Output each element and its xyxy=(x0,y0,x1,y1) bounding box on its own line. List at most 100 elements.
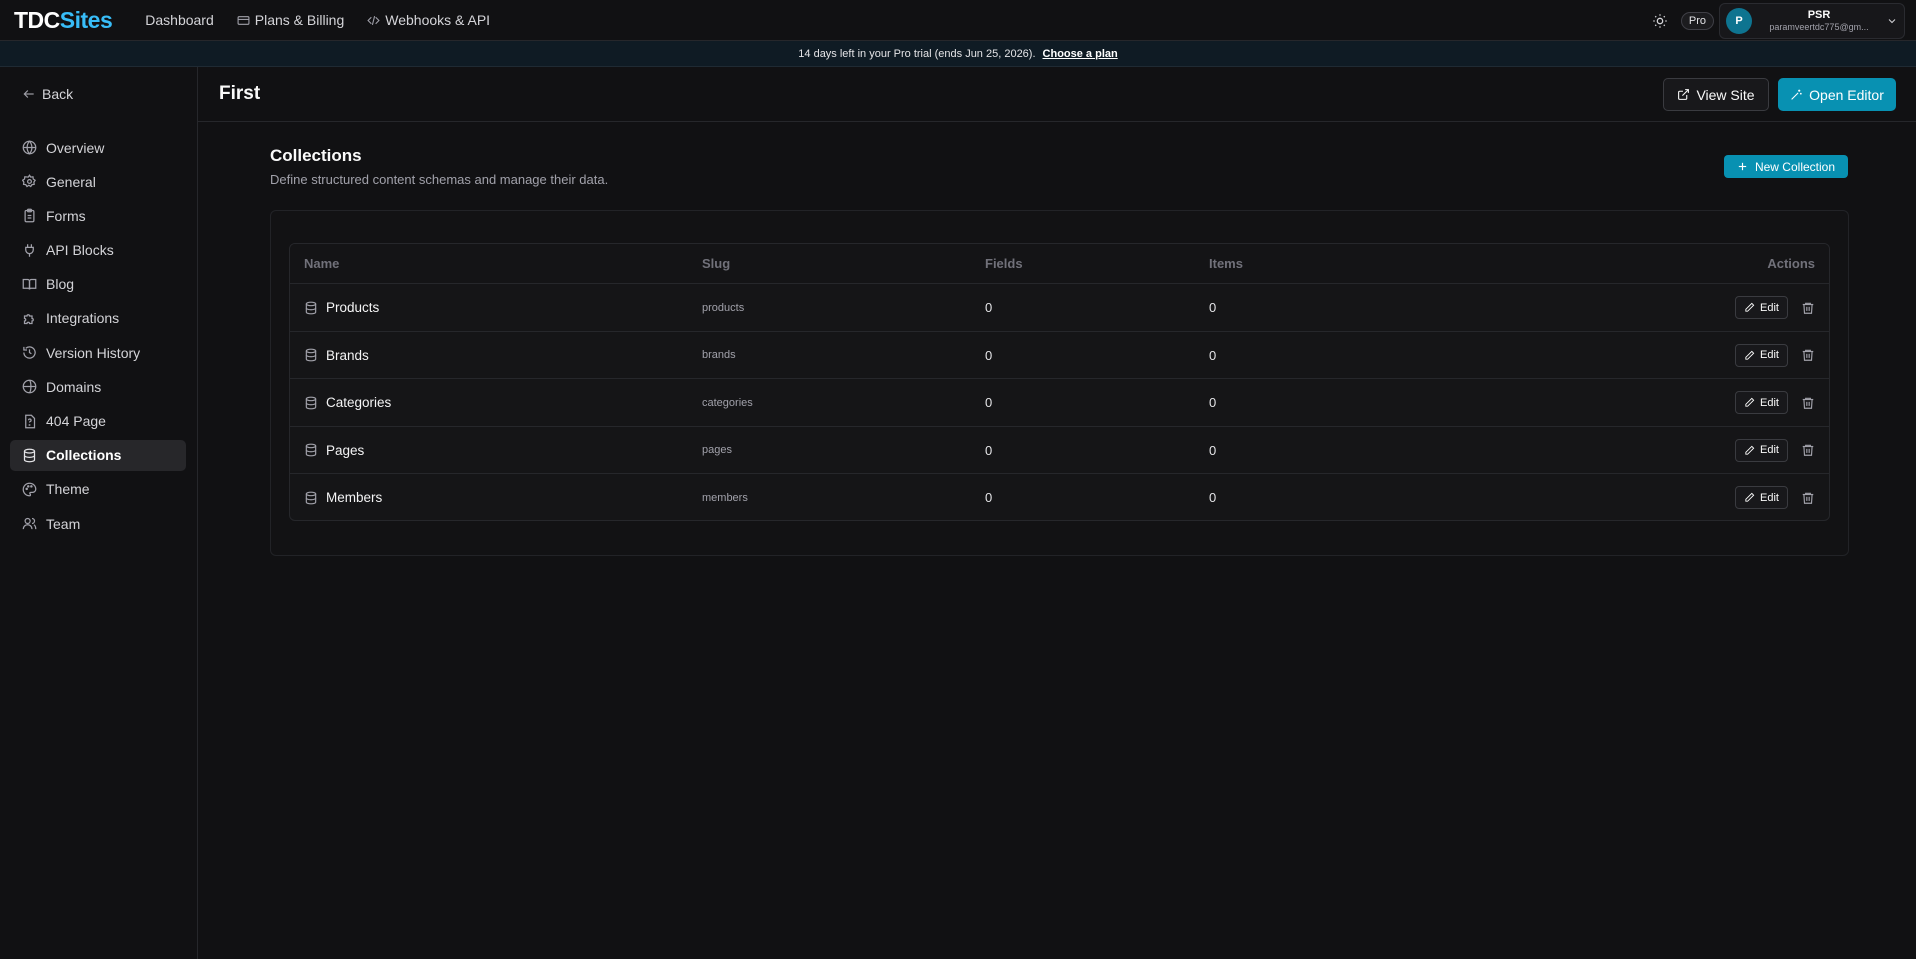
collection-name-cell[interactable]: Categories xyxy=(304,379,391,426)
sidebar-item-integrations[interactable]: Integrations xyxy=(10,303,186,334)
edit-label: Edit xyxy=(1760,491,1779,504)
row-actions: Edit xyxy=(1735,332,1815,379)
open-editor-label: Open Editor xyxy=(1809,86,1884,103)
trash-icon[interactable] xyxy=(1801,491,1815,505)
sidebar-item-theme[interactable]: Theme xyxy=(10,474,186,505)
sidebar-item-label: Team xyxy=(46,515,81,532)
view-site-button[interactable]: View Site xyxy=(1663,78,1769,111)
collection-slug: members xyxy=(702,491,748,504)
database-icon xyxy=(305,348,317,362)
row-actions: Edit xyxy=(1735,379,1815,426)
sidebar-item-label: Overview xyxy=(46,139,105,156)
book-icon xyxy=(22,278,37,290)
collection-fields-count: 0 xyxy=(985,300,993,315)
edit-label: Edit xyxy=(1760,349,1779,362)
clipboard-icon xyxy=(24,209,35,223)
collection-items-count: 0 xyxy=(1209,347,1217,363)
sidebar-item-team[interactable]: Team xyxy=(10,508,186,539)
back-link[interactable]: Back xyxy=(22,86,73,102)
top-nav: Dashboard Plans & Billing Webhooks & API xyxy=(145,12,513,28)
brand-logo[interactable]: TDCSites xyxy=(14,6,113,34)
history-icon xyxy=(23,346,36,359)
nav-plans-billing-label: Plans & Billing xyxy=(254,12,345,28)
trial-banner: 14 days left in your Pro trial (ends Jun… xyxy=(0,41,1916,67)
sidebar-item-collections[interactable]: Collections xyxy=(10,439,186,471)
collection-items-count: 0 xyxy=(1209,442,1217,458)
collection-name: Brands xyxy=(326,347,369,363)
external-link-icon xyxy=(1678,89,1690,100)
palette-icon xyxy=(22,482,37,497)
collection-slug: pages xyxy=(702,444,732,457)
section-subtitle: Define structured content schemas and ma… xyxy=(270,172,609,187)
trash-icon[interactable] xyxy=(1801,443,1815,457)
sidebar-item-blog[interactable]: Blog xyxy=(10,269,186,300)
edit-label: Edit xyxy=(1760,301,1779,314)
row-actions: Edit xyxy=(1735,427,1815,474)
top-bar: TDCSites Dashboard Plans & Billing Webho… xyxy=(0,0,1916,41)
sidebar-item-label: Collections xyxy=(46,447,122,464)
sidebar-item-forms[interactable]: Forms xyxy=(10,200,186,231)
edit-label: Edit xyxy=(1760,396,1779,409)
collection-name-cell[interactable]: Pages xyxy=(304,427,364,474)
table-row: Products products 0 0 Edit xyxy=(290,284,1829,332)
collection-slug: products xyxy=(702,301,745,314)
brand-logo-part1: TDC xyxy=(14,6,60,33)
page-header: First View Site Open Editor xyxy=(198,67,1916,122)
open-editor-button[interactable]: Open Editor xyxy=(1778,78,1896,111)
user-email: paramveertdc775@gm... xyxy=(1769,21,1869,32)
sidebar-item-general[interactable]: General xyxy=(10,166,186,197)
edit-button[interactable]: Edit xyxy=(1735,438,1788,462)
edit-button[interactable]: Edit xyxy=(1735,343,1788,367)
nav-webhooks-api[interactable]: Webhooks & API xyxy=(367,12,490,28)
sidebar-nav: Overview General Forms API Blocks Blog I… xyxy=(10,132,186,542)
trash-icon[interactable] xyxy=(1801,348,1815,362)
sidebar-item-version-history[interactable]: Version History xyxy=(10,337,186,368)
database-icon xyxy=(305,396,317,410)
database-icon xyxy=(23,448,36,463)
sidebar-item-404-page[interactable]: 404 Page xyxy=(10,406,186,437)
collection-items-count: 0 xyxy=(1209,300,1217,315)
user-info: PSR paramveertdc775@gm... xyxy=(1752,9,1886,33)
nav-dashboard[interactable]: Dashboard xyxy=(145,12,214,28)
sun-icon[interactable] xyxy=(1652,13,1668,29)
database-icon xyxy=(305,443,317,457)
collection-name-cell[interactable]: Members xyxy=(304,474,382,520)
pencil-icon xyxy=(1745,493,1755,502)
collection-name-cell[interactable]: Brands xyxy=(304,332,369,379)
plus-icon xyxy=(1738,162,1747,171)
choose-plan-link[interactable]: Choose a plan xyxy=(1043,48,1118,60)
chevron-down-icon xyxy=(1888,18,1896,23)
sidebar-item-domains[interactable]: Domains xyxy=(10,371,186,402)
database-icon xyxy=(305,491,317,505)
edit-button[interactable]: Edit xyxy=(1735,391,1788,415)
user-menu[interactable]: P PSR paramveertdc775@gm... xyxy=(1719,2,1905,39)
avatar: P xyxy=(1726,7,1752,34)
trash-icon[interactable] xyxy=(1801,301,1815,315)
pencil-icon xyxy=(1745,445,1755,455)
credit-card-icon xyxy=(237,15,250,25)
sidebar: Back Overview General Forms API Blocks B… xyxy=(0,67,198,959)
sidebar-item-api-blocks[interactable]: API Blocks xyxy=(10,235,186,266)
section-title: Collections xyxy=(270,146,362,165)
plan-badge: Pro xyxy=(1680,11,1714,30)
column-header-name: Name xyxy=(304,256,340,271)
database-icon xyxy=(305,301,317,314)
new-collection-button[interactable]: New Collection xyxy=(1724,155,1848,178)
nav-dashboard-label: Dashboard xyxy=(145,12,214,28)
collection-name-cell[interactable]: Products xyxy=(304,284,379,331)
edit-button[interactable]: Edit xyxy=(1735,486,1788,510)
collections-card: Name Slug Fields Items Actions Products … xyxy=(270,210,1849,556)
collection-items-count: 0 xyxy=(1209,490,1217,506)
sidebar-item-label: Version History xyxy=(46,344,141,361)
sidebar-item-overview[interactable]: Overview xyxy=(10,132,186,163)
trash-icon[interactable] xyxy=(1801,396,1815,410)
sidebar-item-label: Integrations xyxy=(46,310,120,327)
edit-button[interactable]: Edit xyxy=(1735,296,1788,319)
sidebar-item-label: Forms xyxy=(46,207,86,224)
globe-check-icon xyxy=(22,379,37,394)
collection-name: Products xyxy=(326,300,380,315)
page-title: First xyxy=(219,83,261,104)
nav-plans-billing[interactable]: Plans & Billing xyxy=(237,12,345,28)
plug-icon xyxy=(25,243,34,257)
brand-logo-part2: Sites xyxy=(59,6,113,33)
